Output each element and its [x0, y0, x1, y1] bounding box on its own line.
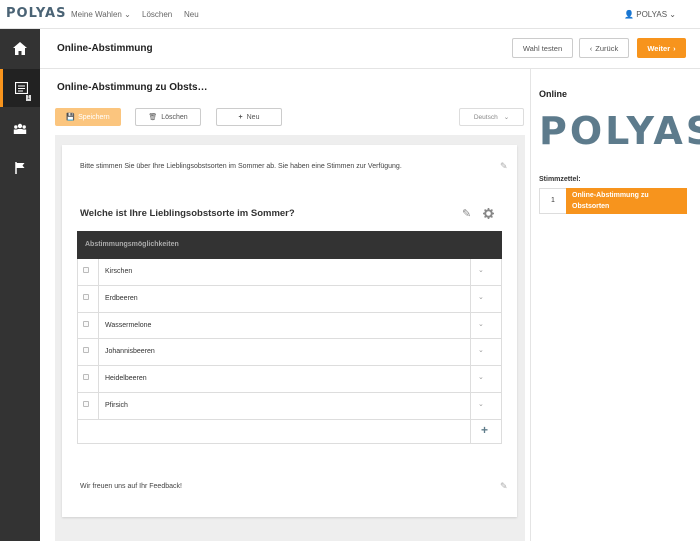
chevron-down-icon[interactable]: ⌄ — [478, 320, 484, 328]
option-row: Wassermelone ⌄ — [77, 312, 502, 340]
edit-pencil-icon[interactable]: ✎ — [500, 481, 508, 492]
sidebar-item-finish[interactable] — [0, 149, 40, 187]
option-checkbox[interactable] — [83, 347, 89, 354]
ballot-card: Bitte stimmen Sie über Ihre Lieblingsobs… — [62, 145, 517, 517]
options-table: Abstimmungsmöglichkeiten Kirschen ⌄ Erdb… — [77, 231, 502, 444]
option-checkbox[interactable] — [83, 400, 89, 407]
plus-icon: + — [238, 113, 243, 121]
save-icon: 💾 — [66, 114, 76, 121]
new-button[interactable]: + Neu — [216, 108, 282, 126]
options-table-header: Abstimmungsmöglichkeiten — [77, 231, 502, 259]
chevron-down-icon: ⌄ — [669, 10, 676, 19]
edit-pencil-icon[interactable]: ✎ — [500, 161, 508, 172]
option-checkbox[interactable] — [83, 267, 89, 273]
ballot-number: 1 — [540, 189, 566, 213]
list-icon — [15, 82, 28, 94]
nav-meine-wahlen[interactable]: Meine Wahlen ⌄ — [71, 10, 131, 19]
option-label[interactable]: Wassermelone — [105, 322, 151, 329]
ballot-name: Online-Abstimmung zu Obstsorten — [566, 188, 687, 214]
save-button[interactable]: 💾 Speichern — [55, 108, 121, 126]
option-label[interactable]: Heidelbeeren — [105, 375, 147, 382]
chevron-right-icon: › — [673, 43, 676, 53]
sidebar-item-voters[interactable] — [0, 109, 40, 147]
option-checkbox[interactable] — [83, 293, 89, 300]
question-title[interactable]: Welche ist Ihre Lieblingsobstsorte im So… — [80, 208, 295, 219]
user-icon: 👤 — [624, 10, 634, 19]
language-select[interactable]: Deutsch ⌄ — [459, 108, 524, 126]
option-row: Heidelbeeren ⌄ — [77, 366, 502, 393]
add-option-plus-icon[interactable]: + — [481, 423, 488, 437]
polyas-logo: POLYAS — [539, 109, 700, 153]
option-row: Kirschen ⌄ — [77, 259, 502, 286]
gear-icon[interactable] — [483, 208, 494, 219]
sidebar-item-home[interactable] — [0, 29, 40, 67]
trash-icon: 🗑 — [148, 114, 158, 121]
option-row: Erdbeeren ⌄ — [77, 285, 502, 313]
chevron-down-icon[interactable]: ⌄ — [478, 373, 484, 381]
option-checkbox[interactable] — [83, 374, 89, 381]
delete-button[interactable]: 🗑 Löschen — [135, 108, 201, 126]
option-row: Johannisbeeren ⌄ — [77, 339, 502, 367]
next-button[interactable]: Weiter › — [637, 38, 686, 58]
intro-text[interactable]: Bitte stimmen Sie über Ihre Lieblingsobs… — [80, 163, 402, 170]
option-label[interactable]: Pfirsich — [105, 402, 128, 409]
option-row: Pfirsich ⌄ — [77, 392, 502, 420]
option-label[interactable]: Erdbeeren — [105, 295, 138, 302]
sidebar-item-ballots[interactable]: 1 — [0, 69, 40, 107]
nav-loeschen[interactable]: Löschen — [142, 10, 172, 19]
page-header: Online-Abstimmung Wahl testen ‹ Zurück W… — [40, 29, 700, 69]
chevron-down-icon: ⌄ — [503, 114, 510, 121]
status-label: Online — [539, 89, 568, 99]
sidebar: 1 — [0, 29, 40, 541]
ballot-title: Online-Abstimmung zu Obsts… — [57, 82, 208, 93]
feedback-text[interactable]: Wir freuen uns auf Ihr Feedback! — [80, 483, 182, 490]
chevron-down-icon[interactable]: ⌄ — [478, 346, 484, 354]
add-option-row: + — [77, 419, 502, 444]
chevron-left-icon: ‹ — [589, 43, 593, 53]
option-checkbox[interactable] — [83, 320, 89, 327]
preview-panel: Online POLYAS Stimmzettel: 1 Online-Abst… — [531, 69, 700, 541]
chevron-down-icon[interactable]: ⌄ — [478, 400, 484, 408]
nav-neu[interactable]: Neu — [184, 10, 199, 19]
option-label[interactable]: Kirschen — [105, 268, 132, 275]
ballot-editor: Online-Abstimmung zu Obsts… 💾 Speichern … — [40, 69, 531, 541]
ballot-list-label: Stimmzettel: — [539, 176, 581, 183]
polyas-logo-small[interactable]: POLYAS — [6, 6, 66, 21]
top-navbar: POLYAS Meine Wahlen ⌄ Löschen Neu 👤 POLY… — [0, 0, 700, 29]
test-election-button[interactable]: Wahl testen — [512, 38, 573, 58]
option-label[interactable]: Johannisbeeren — [105, 348, 155, 355]
edit-pencil-icon[interactable]: ✎ — [462, 207, 471, 220]
group-icon — [13, 123, 27, 134]
back-button[interactable]: ‹ Zurück — [579, 38, 629, 58]
chevron-down-icon[interactable]: ⌄ — [478, 293, 484, 301]
flag-icon — [15, 162, 25, 174]
ballot-list-item[interactable]: 1 Online-Abstimmung zu Obstsorten — [539, 188, 687, 214]
ballot-count-badge: 1 — [26, 95, 31, 101]
ballot-canvas: Bitte stimmen Sie über Ihre Lieblingsobs… — [55, 135, 525, 541]
chevron-down-icon[interactable]: ⌄ — [478, 266, 484, 274]
home-icon — [13, 41, 27, 55]
user-menu[interactable]: 👤 POLYAS ⌄ — [624, 10, 676, 19]
chevron-down-icon: ⌄ — [124, 10, 131, 19]
page-title: Online-Abstimmung — [57, 43, 153, 54]
